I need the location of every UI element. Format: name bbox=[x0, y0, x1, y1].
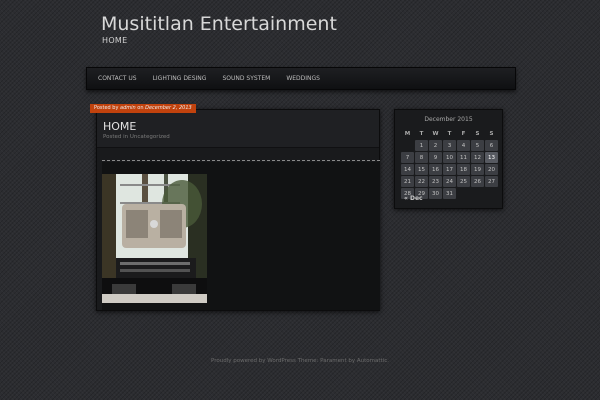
calendar-day-cell: 26 bbox=[471, 176, 484, 187]
calendar-day-cell: 16 bbox=[429, 164, 442, 175]
calendar-weekday-header: W bbox=[432, 130, 439, 137]
content-divider bbox=[102, 160, 380, 161]
calendar-weekday-header: T bbox=[447, 130, 452, 137]
calendar-day-cell: 18 bbox=[457, 164, 470, 175]
calendar-day-cell: 10 bbox=[443, 152, 456, 163]
post-title[interactable]: HOME bbox=[103, 120, 136, 133]
calendar-day-cell: 19 bbox=[471, 164, 484, 175]
calendar-day-cell: 12 bbox=[471, 152, 484, 163]
main-navigation: CONTACT US LIGHTING DESING SOUND SYSTEM … bbox=[86, 67, 516, 90]
calendar-day-cell: 31 bbox=[443, 188, 456, 199]
calendar-day-cell: 22 bbox=[415, 176, 428, 187]
calendar-day-cell: 25 bbox=[457, 176, 470, 187]
post-author-link[interactable]: admin bbox=[120, 105, 136, 111]
calendar-day-cell: 23 bbox=[429, 176, 442, 187]
calendar-day-cell: 9 bbox=[429, 152, 442, 163]
post-meta: Posted in Uncategorized bbox=[103, 134, 170, 140]
calendar-day-cell: 17 bbox=[443, 164, 456, 175]
post-date-connector: on bbox=[137, 105, 144, 111]
post-date-badge: Posted by admin on December 2, 2013 bbox=[90, 104, 196, 113]
calendar-day-cell: 3 bbox=[443, 140, 456, 151]
calendar-day-cell: 15 bbox=[415, 164, 428, 175]
calendar-table: MTWTFSS 1 2 3 4 5 6 7 8 9 10 11 12 13 14 15 16 17 18 19 20 2… bbox=[400, 127, 499, 200]
calendar-day-cell: 1 bbox=[415, 140, 428, 151]
calendar-day-cell: 5 bbox=[471, 140, 484, 151]
calendar-day-cell: 7 bbox=[401, 152, 414, 163]
post-date-prefix: Posted by bbox=[94, 105, 119, 111]
post-photo[interactable] bbox=[102, 174, 207, 303]
calendar-prev-month-link[interactable]: « Dec bbox=[404, 195, 423, 202]
calendar-day-cell: 27 bbox=[485, 176, 498, 187]
calendar-weekday-header: S bbox=[489, 130, 494, 137]
nav-item-contact-us[interactable]: CONTACT US bbox=[90, 68, 145, 89]
calendar-day-cell: 11 bbox=[457, 152, 470, 163]
calendar-weekday-header: F bbox=[461, 130, 466, 137]
calendar-week-row: 21 22 23 24 25 26 27 bbox=[401, 176, 498, 187]
calendar-caption: December 2015 bbox=[424, 116, 473, 123]
calendar-day-cell: 30 bbox=[429, 188, 442, 199]
site-description: HOME bbox=[102, 36, 128, 45]
calendar-day-cell: 24 bbox=[443, 176, 456, 187]
post-header: HOME Posted in Uncategorized bbox=[97, 110, 379, 148]
post-card: HOME Posted in Uncategorized bbox=[96, 109, 380, 311]
calendar-empty-cell bbox=[471, 188, 484, 199]
nav-item-sound-system[interactable]: SOUND SYSTEM bbox=[214, 68, 278, 89]
calendar-day-cell: 21 bbox=[401, 176, 414, 187]
calendar-week-row: 123456 bbox=[401, 140, 498, 151]
site-title[interactable]: Musititlan Entertainment bbox=[101, 13, 337, 35]
calendar-empty-cell bbox=[401, 140, 414, 151]
calendar-today-cell: 13 bbox=[485, 152, 498, 163]
calendar-day-cell: 2 bbox=[429, 140, 442, 151]
calendar-empty-cell bbox=[457, 188, 470, 199]
calendar-widget: December 2015 MTWTFSS 1 2 3 4 5 6 7 8 9 10 11 12 13 1… bbox=[394, 109, 503, 209]
calendar-day-cell: 20 bbox=[485, 164, 498, 175]
calendar-day-cell: 14 bbox=[401, 164, 414, 175]
post-date-link[interactable]: December 2, 2013 bbox=[145, 105, 192, 111]
calendar-weekday-header: T bbox=[419, 130, 424, 137]
calendar-empty-cell bbox=[485, 188, 498, 199]
calendar-day-cell: 8 bbox=[415, 152, 428, 163]
calendar-day-cell: 4 bbox=[457, 140, 470, 151]
dj-setup-photo bbox=[102, 174, 207, 303]
calendar-week-row: 14 15 16 17 18 19 20 bbox=[401, 164, 498, 175]
calendar-weekday-header: M bbox=[404, 130, 411, 137]
nav-item-weddings[interactable]: WEDDINGS bbox=[278, 68, 328, 89]
site-footer: Proudly powered by WordPress Theme: Para… bbox=[211, 358, 389, 364]
calendar-day-cell: 6 bbox=[485, 140, 498, 151]
nav-item-lighting-desing[interactable]: LIGHTING DESING bbox=[145, 68, 215, 89]
calendar-week-row: 7 8 9 10 11 12 13 bbox=[401, 152, 498, 163]
calendar-weekday-header: S bbox=[475, 130, 480, 137]
